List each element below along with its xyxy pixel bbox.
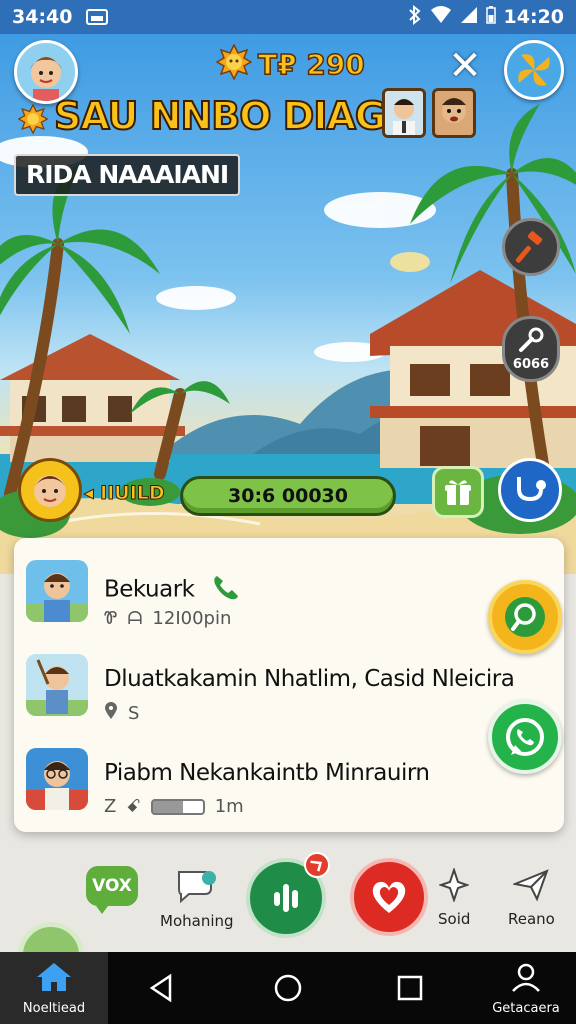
meta-time: 12I00pin	[152, 608, 232, 629]
ai-button[interactable]: Soid	[438, 866, 471, 928]
signal-icon	[460, 6, 478, 29]
list-item[interactable]: Dluatkakamin Nhatlim, Casid Nleicira S	[14, 642, 564, 734]
game-title: SAU NNBO DIAGI	[53, 93, 400, 139]
contact-avatar	[26, 560, 88, 622]
nav-home[interactable]: Noeltiead	[0, 952, 108, 1024]
whatsapp-icon[interactable]	[488, 700, 562, 774]
nav-profile-label: Getacaera	[492, 1000, 560, 1016]
meta-value: S	[128, 703, 140, 724]
status-time-right: 14:20	[503, 6, 564, 28]
recents-icon[interactable]	[394, 972, 426, 1004]
paper-plane-icon	[511, 868, 550, 906]
meta-value: Z	[104, 796, 117, 817]
gallery-notification-icon	[86, 9, 109, 25]
status-bar: 34:40 14:20	[0, 0, 576, 34]
bluetooth-icon	[408, 4, 422, 30]
level-tag: ◂ IIUILD	[84, 482, 166, 505]
status-time-left: 34:40	[12, 6, 73, 28]
contact-avatar	[26, 748, 88, 810]
progress-timer[interactable]: 30:6 00030	[180, 476, 396, 516]
contact-name-text: Bekuark	[104, 576, 195, 603]
screen: 34:40 14:20 T₽ 290 ✕ SAU NNBO DIAGI RIDA…	[0, 0, 576, 1024]
player-avatar[interactable]	[18, 458, 82, 522]
location-pin-icon	[104, 702, 118, 725]
title-star-icon	[17, 103, 49, 138]
close-button[interactable]: ✕	[444, 46, 486, 88]
vox-bubble: VOX	[86, 866, 138, 914]
contact-avatar	[26, 654, 88, 716]
home-circle-icon[interactable]	[272, 972, 304, 1004]
vox-button[interactable]: VOX	[86, 866, 138, 914]
notification-badge	[304, 852, 330, 878]
meta-value: Ꮘ	[104, 608, 118, 629]
contact-name: Dluatkakamin Nhatlim, Casid Nleicira	[104, 666, 515, 692]
coin-value: T₽ 290	[257, 47, 365, 82]
heart-button[interactable]	[350, 858, 428, 936]
contact-name: Piabm Nekankaintb Minrauirn	[104, 760, 430, 786]
contact-meta: S	[104, 702, 139, 725]
tool-counter: 6066	[512, 356, 550, 372]
profile-icon	[510, 961, 542, 997]
meta-value: ᗩ	[127, 608, 143, 629]
contact-list-card: Bekuark Ꮘ ᗩ 12I00pin Dluatkakamin Nhatli…	[14, 538, 564, 832]
nav-profile[interactable]: Getacaera	[476, 952, 576, 1024]
gift-icon[interactable]	[432, 466, 484, 518]
ai-label: Soid	[438, 910, 471, 928]
send-button[interactable]: Reano	[508, 868, 555, 928]
chat-bubble-icon	[175, 868, 219, 908]
contact-name: Bekuark	[104, 572, 241, 608]
contact-meta: Z ꗃ 1m	[104, 796, 244, 817]
sparkle-icon	[438, 866, 471, 906]
meta-time: 1m	[214, 796, 244, 817]
send-label: Reano	[508, 910, 555, 928]
wrench-icon	[517, 327, 545, 357]
sun-coin-icon	[215, 43, 253, 84]
location-label: RIDA NAAAIANI	[14, 154, 241, 196]
list-item[interactable]: Piabm Nekankaintb Minrauirn Z ꗃ 1m	[14, 736, 564, 828]
coin-counter: T₽ 290	[215, 43, 366, 84]
battery-icon	[485, 5, 496, 29]
home-icon	[35, 961, 73, 997]
battery-level-bar	[150, 798, 205, 815]
phone-call-icon[interactable]	[211, 572, 241, 608]
chat-label: Mohaning	[160, 912, 234, 930]
character-portrait-1[interactable]	[382, 88, 426, 138]
character-portrait-2[interactable]	[432, 88, 476, 138]
nav-home-label: Noeltiead	[22, 1000, 86, 1016]
navigation-bar: Noeltiead Getacaera	[0, 952, 576, 1024]
contact-meta: Ꮘ ᗩ 12I00pin	[104, 608, 231, 629]
wrench-tool-button[interactable]: 6066	[502, 316, 560, 382]
wifi-icon	[430, 5, 452, 29]
meta-value: ꗃ	[126, 796, 141, 817]
back-icon[interactable]	[146, 972, 178, 1004]
search-icon[interactable]	[488, 580, 562, 654]
settings-pinwheel-icon[interactable]	[504, 40, 564, 100]
stethoscope-icon[interactable]	[498, 458, 562, 522]
list-item[interactable]: Bekuark Ꮘ ᗩ 12I00pin	[14, 548, 564, 640]
chat-button[interactable]: Mohaning	[160, 868, 234, 930]
hammer-icon[interactable]	[502, 218, 560, 276]
